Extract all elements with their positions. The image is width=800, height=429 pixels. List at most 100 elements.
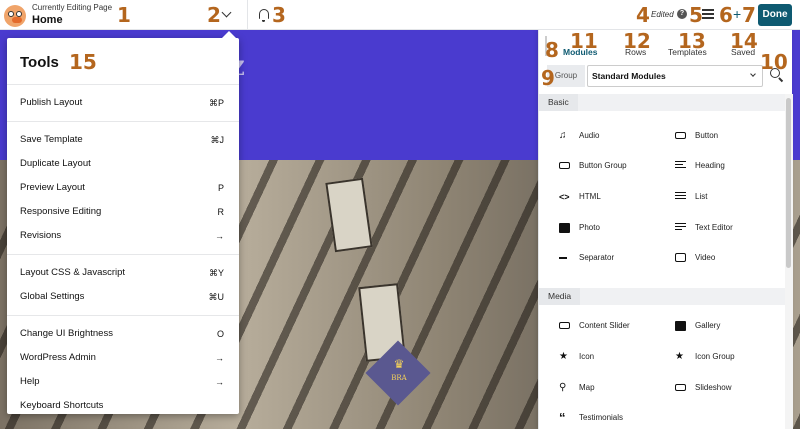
- arrow-right-icon: →: [215, 353, 224, 363]
- video-icon: [675, 253, 686, 262]
- menu-item-keyboard-shortcuts[interactable]: Keyboard Shortcuts: [7, 394, 239, 418]
- music-note-icon: ♫: [559, 130, 567, 141]
- callout-5: 5: [689, 3, 703, 27]
- callout-11: 11: [570, 29, 598, 53]
- callout-7: 7: [742, 3, 756, 27]
- arrow-right-icon: →: [215, 377, 224, 387]
- module-icon-group[interactable]: ★ Icon Group: [675, 349, 785, 365]
- shortcut: O: [216, 329, 224, 339]
- shortcut: ⌘P: [208, 98, 224, 108]
- beaver-logo-icon[interactable]: [4, 5, 26, 27]
- group-selector-row: Group 9 Standard Modules 10: [541, 51, 788, 89]
- divider: [247, 0, 248, 30]
- module-list[interactable]: List: [675, 189, 785, 205]
- module-html[interactable]: <> HTML: [559, 189, 669, 205]
- callout-6: 6: [719, 3, 733, 27]
- module-button[interactable]: Button: [675, 128, 785, 144]
- page-info[interactable]: Currently Editing Page Home: [32, 3, 112, 27]
- map-pin-icon: ⚲: [559, 382, 567, 393]
- outline-list-icon[interactable]: [702, 9, 714, 19]
- quote-icon: “: [559, 410, 566, 425]
- menu-item-publish-layout[interactable]: Publish Layout ⌘P: [7, 91, 239, 115]
- plus-icon[interactable]: +: [733, 7, 741, 21]
- arrow-right-icon: →: [215, 231, 224, 241]
- shortcut: ⌘J: [210, 135, 225, 145]
- slideshow-icon: [675, 384, 686, 391]
- menu-item-preview-layout[interactable]: Preview Layout P: [7, 176, 239, 200]
- bell-icon[interactable]: [259, 9, 269, 22]
- module-video[interactable]: Video: [675, 250, 785, 266]
- callout-3: 3: [272, 3, 286, 27]
- list-icon: [675, 192, 686, 202]
- callout-12: 12: [623, 29, 651, 53]
- module-testimonials[interactable]: “Testimonials: [559, 410, 669, 426]
- section-title: Media: [539, 288, 581, 305]
- shortcut: ⌘U: [208, 292, 225, 302]
- shortcut: R: [217, 207, 225, 217]
- callout-9: 9: [541, 66, 555, 90]
- module-audio[interactable]: ♫ Audio: [559, 128, 669, 144]
- star-icon: ★: [675, 351, 684, 362]
- menu-group: Layout CSS & Javascript ⌘Y Global Setting…: [7, 254, 239, 315]
- module-photo[interactable]: Photo: [559, 220, 669, 236]
- tools-menu: Tools 15 Publish Layout ⌘P Save Template ⌘…: [7, 38, 239, 414]
- tools-menu-caret: [222, 31, 236, 38]
- module-button-group[interactable]: Button Group: [559, 158, 669, 174]
- menu-item-change-ui-brightness[interactable]: Change UI Brightness O: [7, 322, 239, 346]
- callout-10: 10: [760, 50, 788, 74]
- section-title: Basic: [539, 94, 578, 111]
- chevron-down-icon[interactable]: [221, 7, 232, 18]
- shortcut: P: [217, 183, 224, 193]
- done-button[interactable]: Done: [758, 4, 792, 26]
- help-icon[interactable]: ?: [677, 9, 687, 19]
- menu-item-layout-css-javascript[interactable]: Layout CSS & Javascript ⌘Y: [7, 261, 239, 285]
- callout-15: 15: [69, 50, 97, 74]
- chevron-down-icon: [750, 71, 756, 77]
- module-map[interactable]: ⚲ Map: [559, 380, 669, 396]
- module-separator[interactable]: Separator: [559, 250, 669, 266]
- callout-13: 13: [678, 29, 706, 53]
- menu-group: Publish Layout ⌘P: [7, 84, 239, 121]
- section-basic: Basic ♫ Audio Button Button Group Heading…: [539, 94, 785, 274]
- module-content-slider[interactable]: Content Slider: [559, 318, 669, 334]
- module-gallery[interactable]: Gallery: [675, 318, 785, 334]
- callout-8: 8: [545, 38, 559, 62]
- menu-item-global-settings[interactable]: Global Settings ⌘U: [7, 285, 239, 309]
- callout-14: 14: [730, 29, 758, 53]
- star-icon: ★: [559, 351, 568, 362]
- group-select[interactable]: Standard Modules: [587, 65, 763, 87]
- edited-status: Edited: [651, 10, 674, 19]
- menu-item-duplicate-layout[interactable]: Duplicate Layout: [7, 152, 239, 176]
- module-text-editor[interactable]: Text Editor: [675, 220, 785, 236]
- gallery-icon: [675, 321, 686, 331]
- menu-item-wordpress-admin[interactable]: WordPress Admin →: [7, 346, 239, 370]
- menu-group: Save Template ⌘J Duplicate Layout Preview…: [7, 121, 239, 254]
- heading-icon: [675, 161, 686, 171]
- code-icon: <>: [559, 192, 570, 202]
- text-editor-icon: [675, 223, 686, 233]
- panel-scrollbar[interactable]: [785, 94, 793, 429]
- menu-item-responsive-editing[interactable]: Responsive Editing R: [7, 200, 239, 224]
- menu-group: Change UI Brightness O WordPress Admin → H…: [7, 315, 239, 424]
- menu-item-save-template[interactable]: Save Template ⌘J: [7, 128, 239, 152]
- menu-item-revisions[interactable]: Revisions →: [7, 224, 239, 248]
- callout-4: 4: [636, 3, 650, 27]
- crest-text: BRA: [391, 374, 407, 382]
- module-icon[interactable]: ★ Icon: [559, 349, 669, 365]
- shortcut: ⌘Y: [208, 268, 224, 278]
- menu-item-help[interactable]: Help →: [7, 370, 239, 394]
- callout-2: 2: [207, 3, 221, 27]
- section-media: Media Content Slider Gallery ★ Icon ★ Icon…: [539, 288, 785, 429]
- tools-title: Tools: [20, 54, 59, 71]
- crest-content: ♛ BRA: [381, 358, 417, 385]
- button-icon: [675, 132, 686, 139]
- top-bar: Currently Editing Page Home 1 2 3 4 Edit…: [0, 0, 800, 30]
- content-slider-icon: [559, 322, 570, 329]
- editing-subtitle: Currently Editing Page: [32, 3, 113, 12]
- module-heading[interactable]: Heading: [675, 158, 785, 174]
- button-group-icon: [559, 162, 570, 169]
- photo-icon: [559, 223, 570, 233]
- module-slideshow[interactable]: Slideshow: [675, 380, 785, 396]
- content-panel: 8 Modules 11 Rows 12 Templates 13 Saved …: [538, 29, 793, 429]
- panel-tabs: 8 Modules 11 Rows 12 Templates 13 Saved …: [539, 29, 793, 62]
